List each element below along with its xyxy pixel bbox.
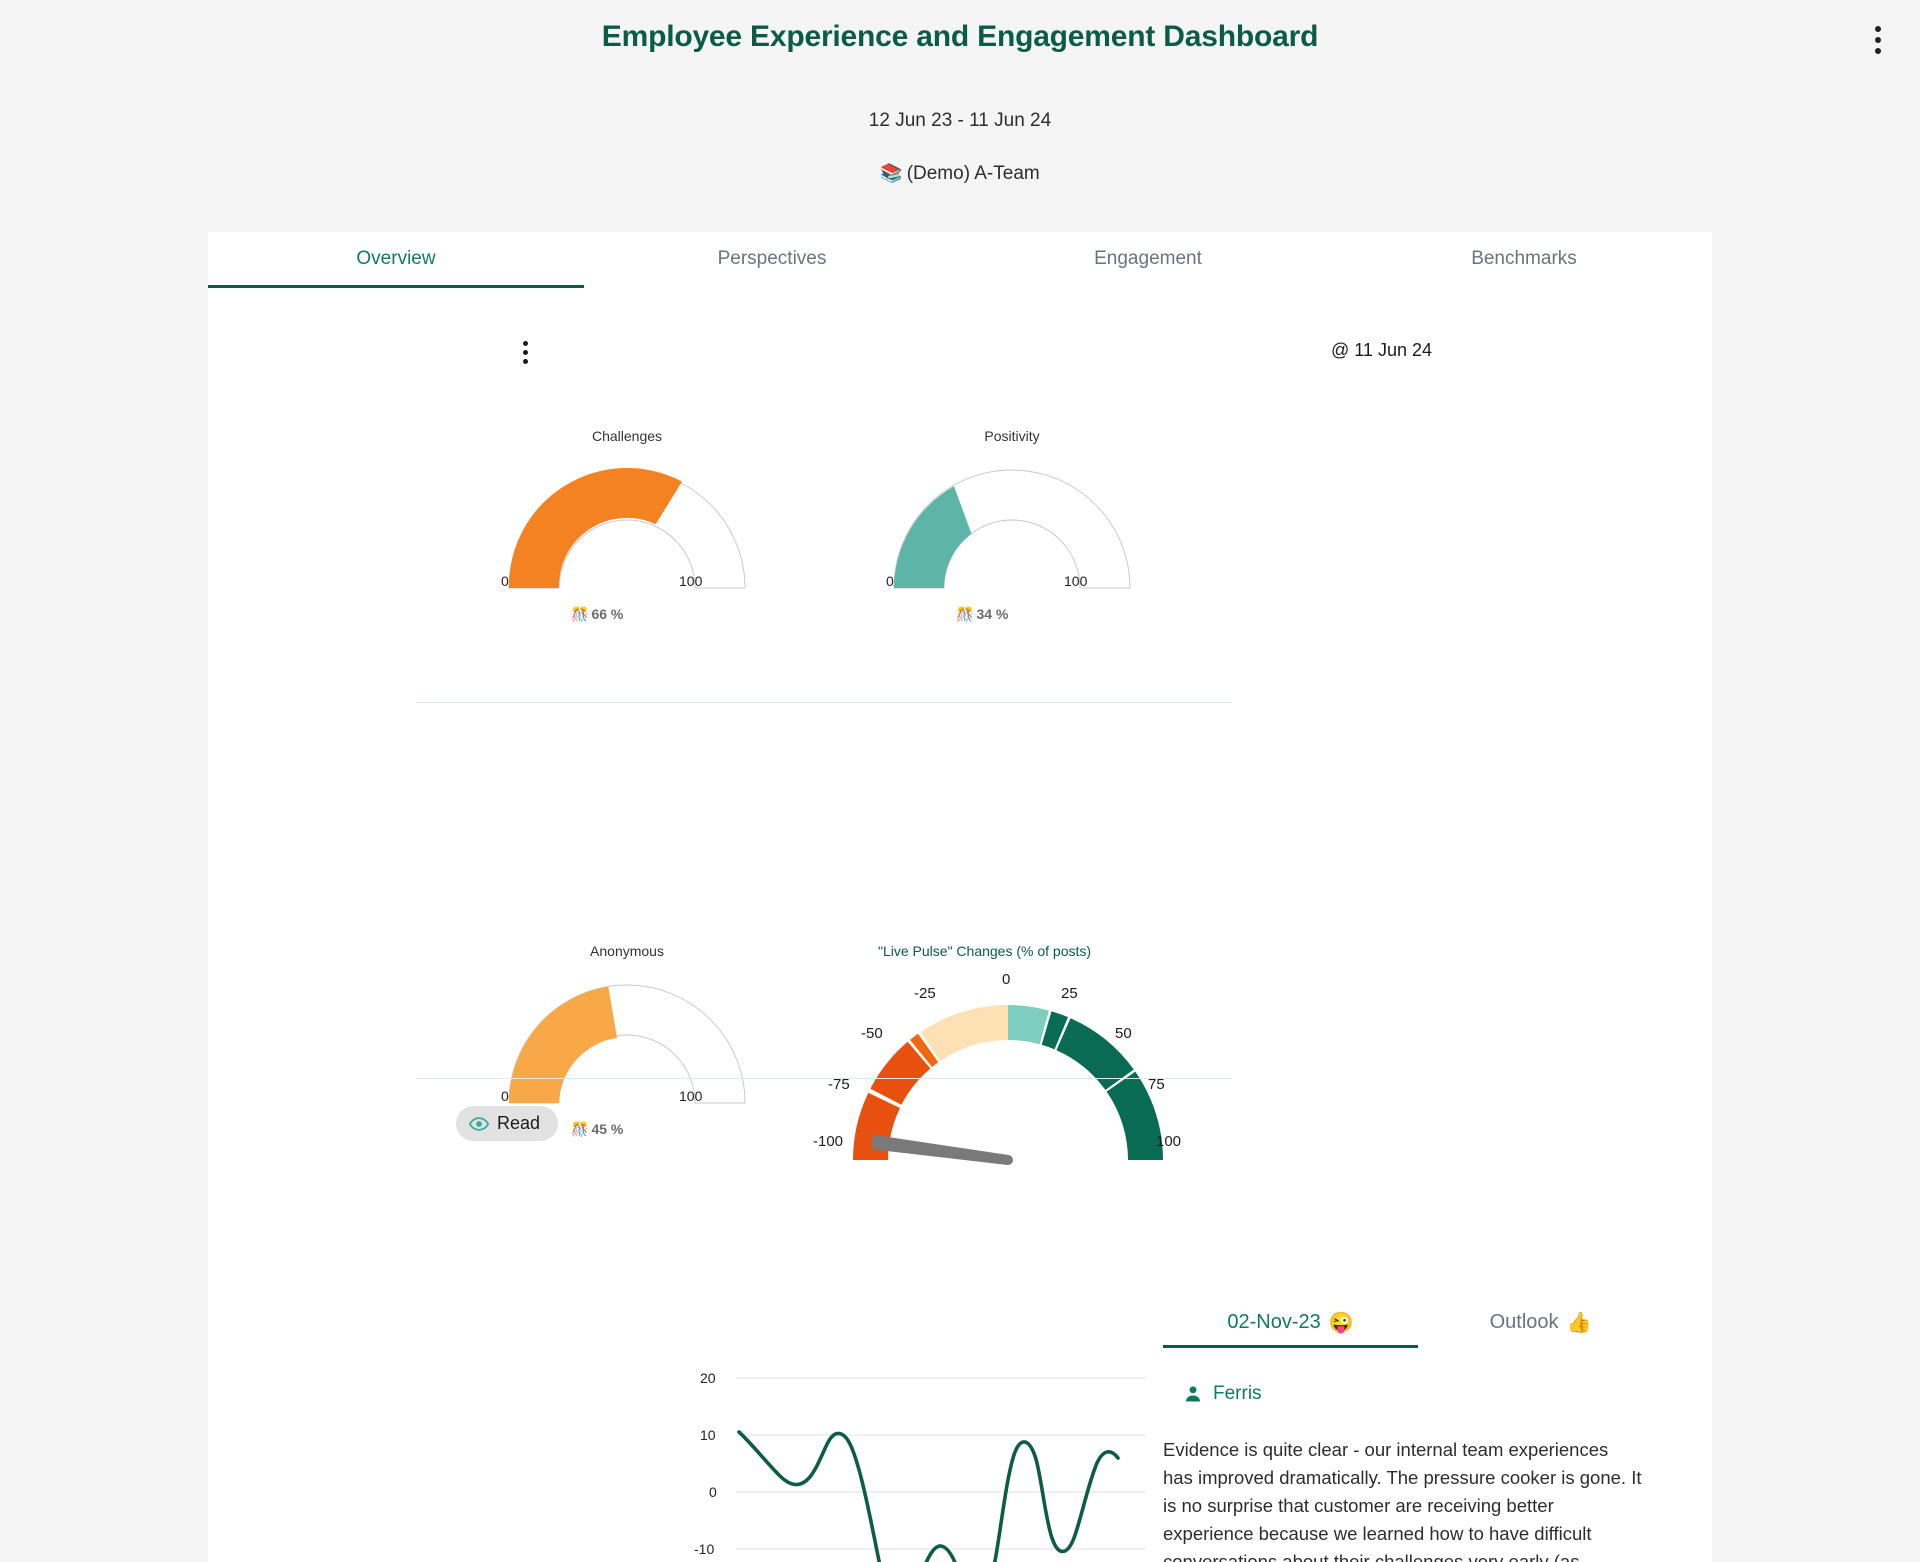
gauge-anonymous: Anonymous 0 100 🎊 45 % [457, 943, 797, 1137]
live-pulse-title: "Live Pulse" Changes (% of posts) [878, 943, 1092, 959]
post-tab-date[interactable]: 02-Nov-23 😜 [1163, 1310, 1418, 1348]
ytick-0: 0 [709, 1484, 717, 1500]
post-tab-outlook[interactable]: Outlook 👍 [1418, 1310, 1663, 1348]
gauge-title: Challenges [591, 428, 663, 444]
eye-icon [469, 1116, 489, 1131]
gauge-anonymous-svg [508, 984, 746, 1104]
pulse-tick-0: 0 [1002, 971, 1011, 988]
evidenced-experience-chart: 20 10 0 -10 -20 -30 -40 Oct '23 Jan '24 … [678, 1366, 1148, 1562]
tab-overview[interactable]: Overview [208, 232, 584, 288]
tab-bar: Overview Perspectives Engagement Benchma… [208, 232, 1712, 288]
ytick-10: 10 [700, 1427, 716, 1443]
post-tab-outlook-label: Outlook [1489, 1311, 1559, 1333]
ytick-20: 20 [700, 1370, 716, 1386]
gauge-value-text: 45 % [591, 1121, 624, 1137]
gauge-title: Anonymous [590, 943, 664, 959]
section-divider-2 [416, 1078, 1232, 1079]
post-author: Ferris [1183, 1383, 1262, 1405]
thumbs-up-icon: 👍 [1566, 1312, 1592, 1334]
gauge-value-label: 🎊 45 % [571, 1121, 623, 1138]
overview-block: @ 11 Jun 24 Challenges 0 100 🎊 66 % Posi… [208, 288, 1712, 1562]
gauge-title: Positivity [984, 428, 1040, 444]
post-tab-date-label: 02-Nov-23 [1227, 1311, 1321, 1333]
pulse-tick--100: -100 [813, 1133, 844, 1150]
winking-face-icon: 😜 [1328, 1312, 1354, 1334]
dashboard-page: Employee Experience and Engagement Dashb… [0, 0, 1920, 1562]
tab-benchmarks[interactable]: Benchmarks [1336, 232, 1712, 288]
books-icon: 📚 [880, 163, 903, 183]
main-card: Overview Perspectives Engagement Benchma… [208, 232, 1712, 1562]
ytick--10: -10 [694, 1541, 715, 1557]
party-popper-icon: 🎊 [571, 1121, 589, 1137]
page-title: Employee Experience and Engagement Dashb… [601, 20, 1319, 53]
team-name: (Demo) A-Team [906, 163, 1040, 184]
line-chart-svg [736, 1377, 1146, 1562]
pulse-tick-25: 25 [1061, 985, 1078, 1002]
gauge-max-label: 100 [679, 1088, 703, 1104]
read-label: Read [497, 1113, 541, 1133]
pulse-tick-100: 100 [1156, 1133, 1182, 1150]
pulse-tick-50: 50 [1115, 1025, 1132, 1042]
gauge-min-label: 0 [501, 1088, 509, 1104]
date-range-label: 12 Jun 23 - 11 Jun 24 [868, 110, 1052, 131]
tab-engagement[interactable]: Engagement [960, 232, 1336, 288]
pulse-tick--25: -25 [914, 985, 936, 1002]
post-body-text: Evidence is quite clear - our internal t… [1163, 1439, 1642, 1562]
post-tab-bar: 02-Nov-23 😜 Outlook 👍 [1163, 1310, 1663, 1348]
tab-perspectives[interactable]: Perspectives [584, 232, 960, 288]
team-label: 📚 (Demo) A-Team [0, 163, 1920, 185]
person-icon [1186, 1386, 1200, 1402]
read-toggle-button[interactable]: Read [456, 1106, 559, 1141]
pulse-tick--50: -50 [861, 1025, 883, 1042]
post-author-name: Ferris [1213, 1383, 1262, 1404]
